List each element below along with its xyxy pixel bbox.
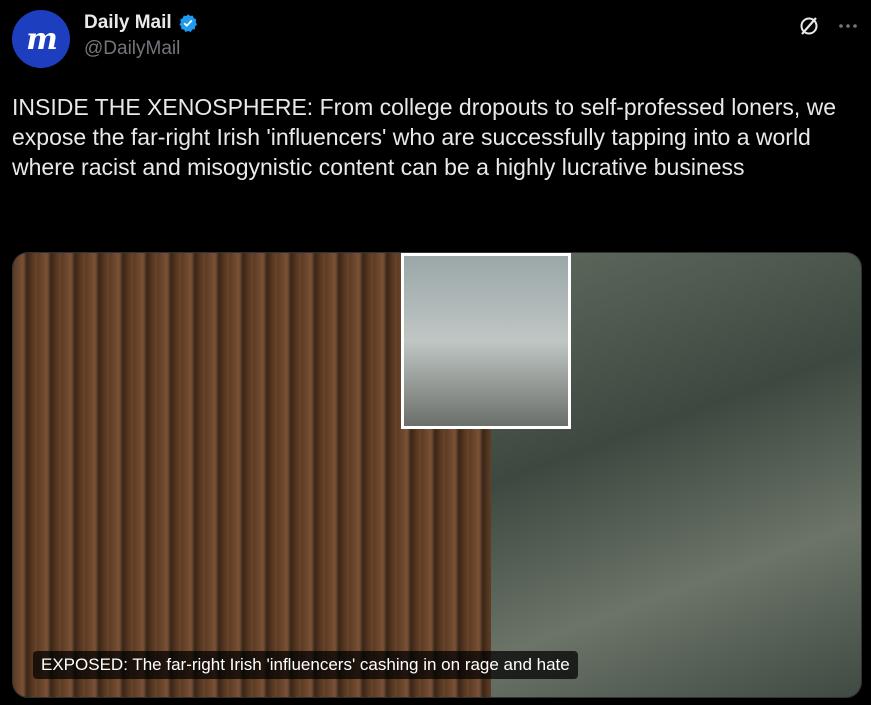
tweet-text: INSIDE THE XENOSPHERE: From college drop…	[12, 94, 837, 180]
avatar-logo: m	[26, 21, 58, 57]
avatar[interactable]: m	[12, 10, 70, 68]
media-photo-inset	[401, 253, 571, 429]
media-caption: EXPOSED: The far-right Irish 'influencer…	[33, 651, 578, 679]
account-names: Daily Mail @DailyMail	[84, 12, 198, 60]
display-name[interactable]: Daily Mail	[84, 12, 172, 34]
header-actions	[797, 14, 859, 38]
verified-badge-icon	[179, 14, 197, 32]
tweet-header: m Daily Mail @DailyMail	[12, 8, 859, 70]
handle[interactable]: @DailyMail	[84, 38, 198, 60]
grok-icon[interactable]	[797, 14, 821, 38]
tweet-media[interactable]: EXPOSED: The far-right Irish 'influencer…	[12, 252, 862, 698]
more-icon[interactable]	[837, 15, 859, 37]
display-name-row: Daily Mail	[84, 12, 198, 34]
